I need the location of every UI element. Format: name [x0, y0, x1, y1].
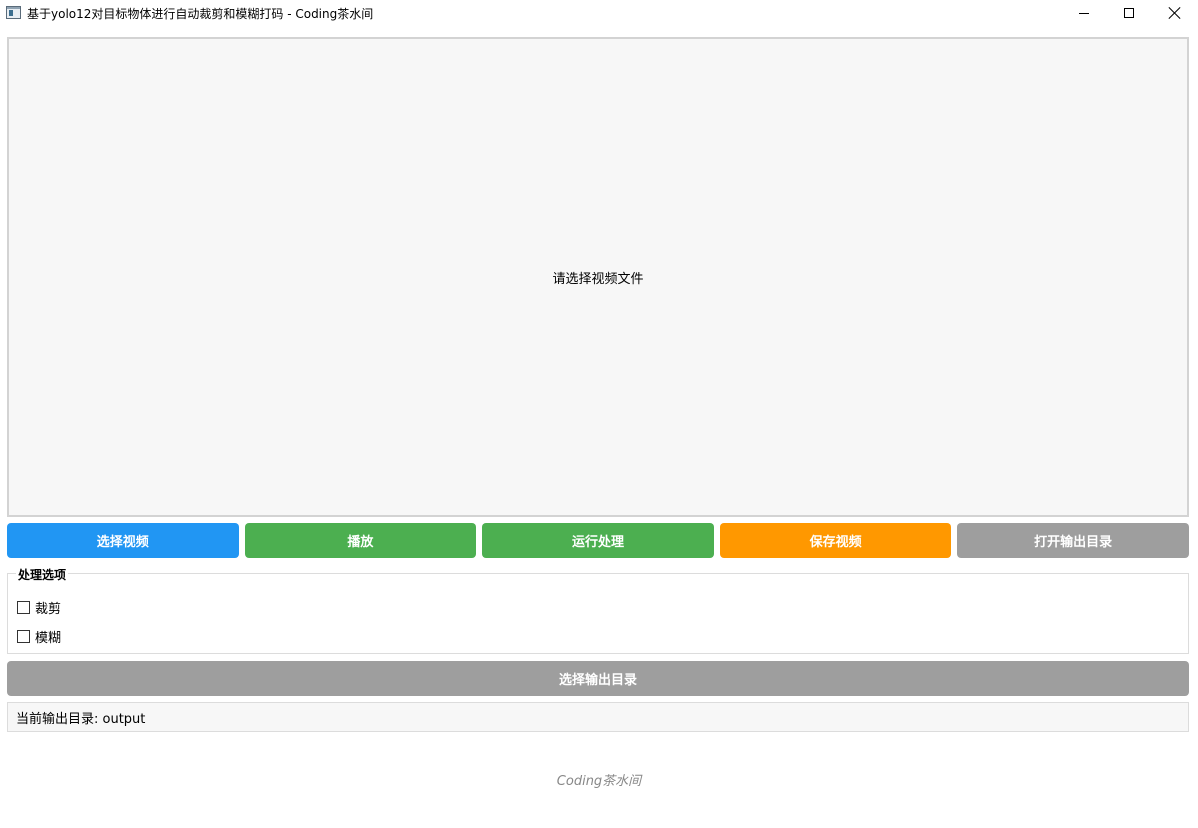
- play-button[interactable]: 播放: [244, 523, 477, 558]
- crop-option[interactable]: 裁剪: [17, 598, 61, 617]
- close-button[interactable]: [1152, 0, 1198, 26]
- options-group-title: 处理选项: [16, 566, 69, 583]
- blur-option[interactable]: 模糊: [17, 627, 61, 646]
- maximize-icon: [1124, 8, 1134, 18]
- footer-text: Coding茶水间: [556, 774, 642, 789]
- blur-label: 模糊: [35, 631, 62, 646]
- app-window-icon: [6, 6, 21, 19]
- select-video-button[interactable]: 选择视频: [7, 523, 239, 558]
- window-title: 基于yolo12对目标物体进行自动裁剪和模糊打码 - Coding茶水间: [27, 7, 374, 21]
- action-button-row: 选择视频 播放 运行处理 保存视频 打开输出目录: [7, 523, 1189, 558]
- save-video-button[interactable]: 保存视频: [719, 523, 952, 558]
- blur-checkbox[interactable]: [17, 630, 30, 643]
- app-window: 基于yolo12对目标物体进行自动裁剪和模糊打码 - Coding茶水间 请选择…: [0, 0, 1198, 828]
- crop-label: 裁剪: [35, 602, 62, 617]
- run-process-button[interactable]: 运行处理: [482, 523, 714, 558]
- video-placeholder-text: 请选择视频文件: [552, 271, 644, 287]
- video-display-area: 请选择视频文件: [7, 37, 1189, 517]
- minimize-button[interactable]: [1061, 0, 1107, 26]
- select-output-dir-button[interactable]: 选择输出目录: [7, 661, 1189, 696]
- processing-options-group: 处理选项 裁剪 模糊: [7, 566, 1189, 654]
- maximize-button[interactable]: [1106, 0, 1152, 26]
- current-output-dir-label: 当前输出目录: output: [7, 702, 1189, 732]
- crop-checkbox[interactable]: [17, 601, 30, 614]
- open-output-dir-button[interactable]: 打开输出目录: [957, 523, 1189, 558]
- title-bar[interactable]: 基于yolo12对目标物体进行自动裁剪和模糊打码 - Coding茶水间: [0, 0, 1198, 26]
- minimize-icon: [1079, 12, 1089, 14]
- close-icon: [1169, 7, 1181, 19]
